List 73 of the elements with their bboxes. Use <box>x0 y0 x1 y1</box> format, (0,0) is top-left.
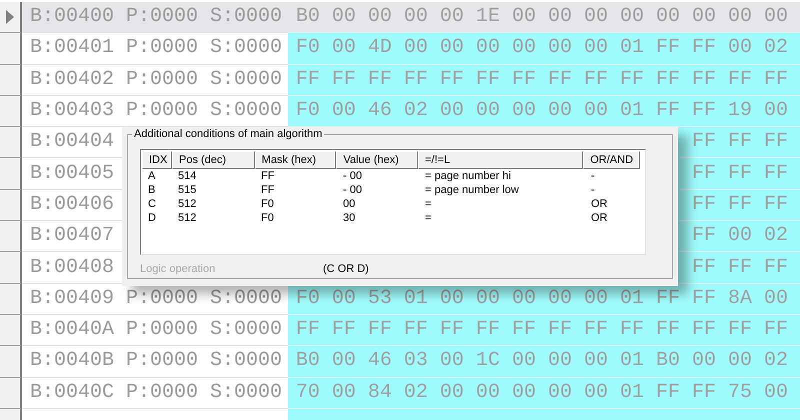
row-header[interactable] <box>0 2 22 34</box>
table-cell: = page number low <box>425 184 519 196</box>
address-text: B:00402 P:0000 S:0000 <box>30 66 282 93</box>
hex-bytes: F0 00 4D 00 00 00 00 00 00 01 FF FF 00 02 <box>296 35 788 62</box>
row-header[interactable] <box>0 346 22 378</box>
row-header[interactable] <box>0 96 22 128</box>
table-cell: = <box>425 198 432 210</box>
hex-bytes: B0 00 00 00 00 1E 00 00 00 00 00 00 00 00 <box>296 4 788 30</box>
table-cell: OR <box>591 198 608 210</box>
row-header[interactable] <box>0 127 22 158</box>
table-cell: 515 <box>178 184 196 196</box>
column-header[interactable]: Mask (hex) <box>254 151 336 169</box>
table-cell: OR <box>591 212 608 224</box>
table-cell: 512 <box>178 212 196 224</box>
conditions-table[interactable]: IDX Pos (dec) Mask (hex) Value (hex) =/!=L OR/AND A 514 FF - 00 = page number hi - B 515 FF - 00 = page number low - C 512 F0 00 = OR D 512 F0 30 = OR <box>140 149 646 255</box>
address-text: B:00409 P:0000 S:0000 <box>30 286 282 312</box>
address-text: B:00404 <box>30 129 114 156</box>
row-header[interactable] <box>0 190 22 222</box>
table-cell: = <box>425 212 432 224</box>
hex-bytes: FF FF FF <box>692 192 788 218</box>
group-title: Additional conditions of main algorithm <box>132 127 324 141</box>
table-cell: A <box>148 170 156 182</box>
row-header[interactable] <box>0 252 22 284</box>
table-cell: F0 <box>261 212 274 224</box>
address-text: B:00401 P:0000 S:0000 <box>30 35 282 62</box>
hex-bytes: FF FF FF <box>692 254 788 281</box>
table-cell: FF <box>261 184 274 196</box>
row-header[interactable] <box>0 378 22 409</box>
hex-bytes: 70 00 84 02 00 00 00 00 00 01 FF FF 75 00 <box>296 380 788 406</box>
address-text: B:0040B P:0000 S:0000 <box>30 348 282 374</box>
table-cell: - <box>591 170 595 182</box>
hex-bytes: FF FF FF FF FF FF FF FF FF FF FF FF FF FF <box>296 66 788 93</box>
table-cell: F0 <box>261 198 274 210</box>
hex-bytes: B0 00 46 03 00 1C 00 00 00 01 B0 00 00 02 <box>296 348 788 374</box>
address-text: B:0040A P:0000 S:0000 <box>30 317 282 344</box>
table-cell: - 00 <box>343 184 362 196</box>
table-cell: FF <box>261 170 274 182</box>
address-text: B:0040C P:0000 S:0000 <box>30 380 282 406</box>
address-text: B:00407 <box>30 223 114 250</box>
logic-operation-label: Logic operation <box>140 262 216 277</box>
table-cell: 00 <box>343 198 356 210</box>
table-cell: 512 <box>178 198 196 210</box>
table-cell: - 00 <box>343 170 362 182</box>
address-text: B:00406 <box>30 192 114 218</box>
hex-bytes: FF 00 02 <box>692 223 788 250</box>
row-header[interactable] <box>0 284 22 315</box>
table-cell: 30 <box>343 212 356 224</box>
hex-bytes: FF FF FF <box>692 129 788 156</box>
hex-bytes: F0 00 46 02 00 00 00 00 00 01 FF FF 19 00 <box>296 98 788 124</box>
table-cell: B <box>148 184 156 196</box>
hex-bytes: F0 00 53 01 00 00 00 00 00 01 FF FF 8A 00 <box>296 286 788 312</box>
address-text: B:00408 <box>30 254 114 281</box>
address-text: B:00403 P:0000 S:0000 <box>30 98 282 124</box>
hex-bytes: FF FF FF <box>692 160 788 187</box>
row-header[interactable] <box>0 158 22 190</box>
address-text: B:00400 P:0000 S:0000 <box>30 4 282 30</box>
row-header[interactable] <box>0 64 22 96</box>
column-header[interactable]: IDX <box>142 151 172 169</box>
row-header[interactable] <box>0 314 22 346</box>
row-header[interactable] <box>0 33 22 65</box>
logic-operation-value: (C OR D) <box>323 262 369 277</box>
table-cell: - <box>591 184 595 196</box>
column-header[interactable]: =/!=L <box>418 151 584 169</box>
table-cell: D <box>148 212 156 224</box>
address-text: B:00405 <box>30 160 114 187</box>
hex-bytes: FF FF FF FF FF FF FF FF FF FF FF FF FF FF <box>296 317 788 344</box>
row-header[interactable] <box>0 221 22 252</box>
column-header[interactable]: OR/AND <box>583 151 640 169</box>
column-header[interactable]: Pos (dec) <box>172 151 255 169</box>
column-header[interactable]: Value (hex) <box>336 151 418 169</box>
table-cell: = page number hi <box>425 170 511 182</box>
table-cell: C <box>148 198 156 210</box>
table-cell: 514 <box>178 170 196 182</box>
